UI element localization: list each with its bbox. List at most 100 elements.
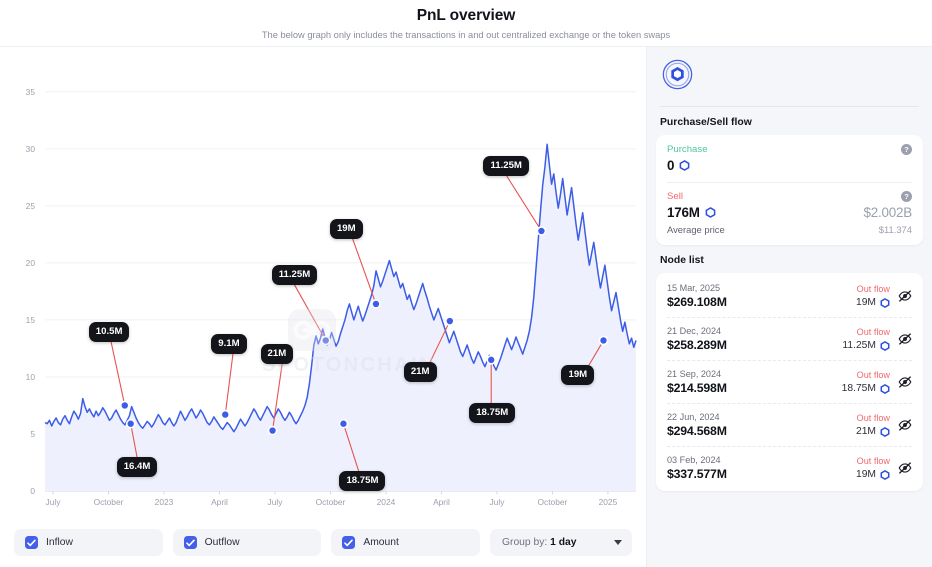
node-token-amount: 19M [856, 297, 890, 308]
flow-card-divider [667, 182, 912, 183]
checkbox-inflow[interactable] [25, 536, 38, 549]
purchase-sell-flow-title: Purchase/Sell flow [660, 117, 923, 128]
sell-usd-value: $2.002B [864, 205, 913, 220]
chart-area[interactable]: 05101520253035JulyOctober2023AprilJulyOc… [0, 47, 646, 517]
token-hex-icon [880, 341, 890, 351]
chainlink-token-icon [662, 59, 693, 90]
node-list-row[interactable]: 22 Jun, 2024$294.568MOut flow21M [667, 404, 912, 447]
node-list-row[interactable]: 21 Dec, 2024 $258.289M Out flow 11.25M [667, 318, 912, 361]
annotation-label[interactable]: 9.1M [211, 334, 246, 354]
annotation-marker[interactable] [221, 411, 229, 419]
chart-legend-bar: Inflow Outflow Amount Group by [0, 517, 646, 567]
y-axis-tick: 0 [30, 486, 35, 496]
annotation-label[interactable]: 11.25M [272, 265, 317, 285]
checkbox-outflow[interactable] [184, 536, 197, 549]
node-date: 03 Feb, 2024 [667, 455, 727, 465]
x-axis-tick: October [538, 497, 568, 507]
node-usd-value: $214.598M [667, 381, 727, 395]
checkbox-amount[interactable] [342, 536, 355, 549]
node-flow-direction: Out flow [842, 370, 890, 380]
y-axis-tick: 30 [26, 144, 36, 154]
x-axis-tick: July [268, 497, 284, 507]
annotation-label[interactable]: 16.4M [117, 457, 158, 477]
average-price-label: Average price [667, 224, 725, 235]
node-date: 21 Sep, 2024 [667, 369, 727, 379]
x-axis-tick: October [316, 497, 346, 507]
node-date: 21 Dec, 2024 [667, 326, 727, 336]
pnl-line-chart[interactable]: 05101520253035JulyOctober2023AprilJulyOc… [0, 47, 646, 517]
x-axis-tick: July [46, 497, 62, 507]
sidebar-divider [660, 106, 919, 107]
node-usd-value: $258.289M [667, 338, 727, 352]
sidebar-pane: Purchase/Sell flow Purchase ? 0 [646, 46, 932, 567]
page-title: PnL overview [0, 6, 932, 25]
annotation-marker[interactable] [127, 420, 135, 428]
hide-node-eye-slash-icon[interactable] [898, 375, 912, 389]
annotation-marker[interactable] [269, 427, 277, 435]
annotation-label[interactable]: 18.75M [339, 471, 385, 491]
purchase-sell-flow-card: Purchase ? 0 Sell ? [656, 135, 923, 245]
token-hex-icon [880, 384, 890, 394]
node-list-row[interactable]: 03 Feb, 2024$337.577MOut flow19M [667, 447, 912, 489]
x-axis-tick: 2025 [599, 497, 618, 507]
annotation-marker[interactable] [372, 300, 380, 308]
annotation-marker[interactable] [446, 317, 454, 325]
node-token-amount: 18.75M [842, 383, 890, 394]
node-flow-direction: Out flow [842, 327, 890, 337]
annotation-connector [505, 174, 541, 231]
purchase-label: Purchase [667, 144, 708, 155]
node-date: 22 Jun, 2024 [667, 412, 727, 422]
group-by-dropdown[interactable]: Group by: 1 day [490, 529, 632, 556]
legend-label-outflow: Outflow [205, 537, 240, 548]
legend-toggle-amount[interactable]: Amount [331, 529, 480, 556]
legend-toggle-outflow[interactable]: Outflow [173, 529, 322, 556]
node-token-amount: 21M [856, 426, 890, 437]
annotation-label[interactable]: 10.5M [89, 322, 130, 342]
node-list-row[interactable]: 21 Sep, 2024 $214.598M Out flow 18.75M [667, 361, 912, 404]
token-hex-icon [679, 160, 690, 171]
annotation-label[interactable]: 21M [261, 344, 294, 364]
node-list-row[interactable]: 15 Mar, 2025$269.108MOut flow19M [667, 275, 912, 318]
node-token-amount: 11.25M [842, 340, 890, 351]
chart-pane: 05101520253035JulyOctober2023AprilJulyOc… [0, 46, 646, 567]
node-usd-value: $269.108M [667, 295, 727, 309]
annotation-label[interactable]: 19M [561, 365, 594, 385]
annotation-marker[interactable] [599, 336, 607, 344]
y-axis-tick: 35 [26, 87, 36, 97]
legend-label-amount: Amount [363, 537, 399, 548]
annotation-label[interactable]: 21M [404, 362, 437, 382]
annotation-connector [111, 340, 125, 405]
token-header [656, 56, 923, 95]
token-hex-icon [880, 298, 890, 308]
legend-toggle-inflow[interactable]: Inflow [14, 529, 163, 556]
y-axis-tick: 20 [26, 258, 36, 268]
y-axis-tick: 25 [26, 201, 36, 211]
sell-label: Sell [667, 191, 683, 202]
node-flow-direction: Out flow [856, 284, 890, 294]
annotation-connector [294, 283, 326, 340]
annotation-marker[interactable] [487, 356, 495, 364]
annotation-marker[interactable] [322, 336, 330, 344]
page-subtitle: The below graph only includes the transa… [0, 29, 932, 41]
annotation-marker[interactable] [339, 420, 347, 428]
hide-node-eye-slash-icon[interactable] [898, 461, 912, 475]
help-icon-sell[interactable]: ? [901, 191, 912, 202]
hide-node-eye-slash-icon[interactable] [898, 332, 912, 346]
token-hex-icon [880, 427, 890, 437]
node-list-card: 15 Mar, 2025$269.108MOut flow19M21 Dec, … [656, 273, 923, 491]
page-header: PnL overview The below graph only includ… [0, 0, 932, 46]
annotation-label[interactable]: 11.25M [483, 156, 528, 176]
y-axis-tick: 15 [26, 315, 36, 325]
x-axis-tick: 2024 [377, 497, 396, 507]
annotation-label[interactable]: 18.75M [469, 403, 515, 423]
hide-node-eye-slash-icon[interactable] [898, 289, 912, 303]
hide-node-eye-slash-icon[interactable] [898, 418, 912, 432]
help-icon-purchase[interactable]: ? [901, 144, 912, 155]
annotation-label[interactable]: 19M [330, 219, 363, 239]
annotation-marker[interactable] [537, 227, 545, 235]
annotation-marker[interactable] [121, 401, 129, 409]
node-flow-direction: Out flow [856, 456, 890, 466]
purchase-amount: 0 [667, 158, 674, 173]
annotation-connector [225, 352, 233, 415]
token-hex-icon [705, 207, 716, 218]
